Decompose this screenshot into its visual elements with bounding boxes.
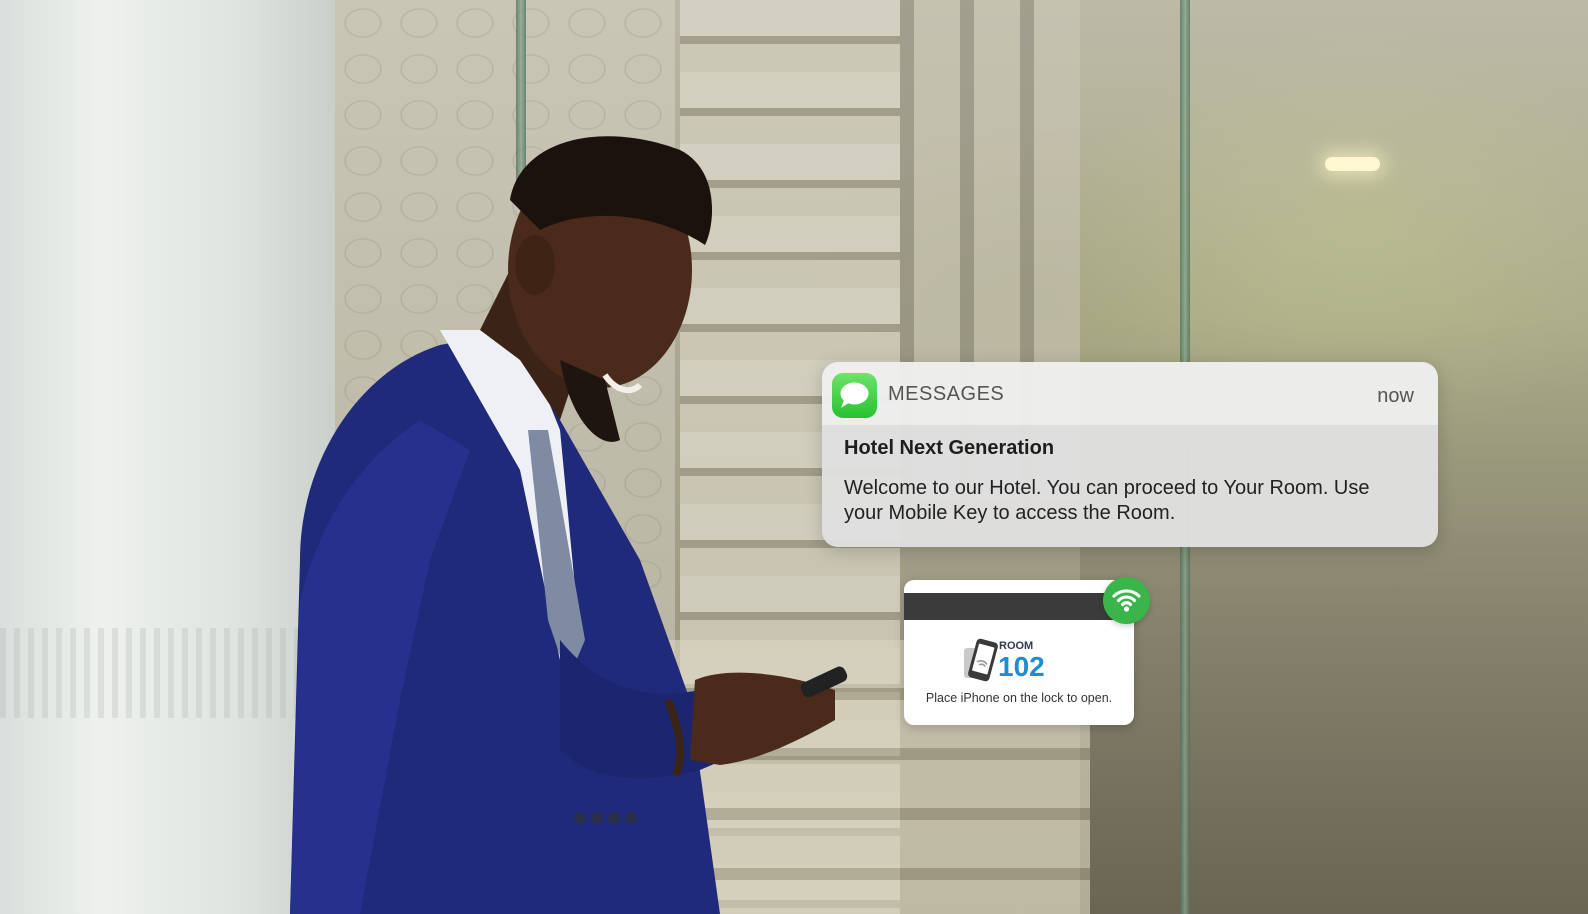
key-instructions: Place iPhone on the lock to open. — [925, 691, 1113, 705]
messages-icon — [832, 373, 877, 418]
room-number: 102 — [998, 651, 1045, 682]
app-name: MESSAGES — [888, 383, 1005, 405]
notification-time: now — [1377, 385, 1414, 407]
notification-title: Hotel Next Generation — [844, 437, 1055, 459]
iphone-icon — [964, 638, 998, 682]
notification-message: Welcome to our Hotel. You can proceed to… — [844, 477, 1370, 524]
notification-body: Hotel Next Generation Welcome to our Hot… — [822, 425, 1438, 547]
mobile-key-card[interactable]: ROOM 102 Place iPhone on the lock to ope… — [904, 580, 1134, 725]
messages-notification[interactable]: MESSAGES now Hotel Next Generation Welco… — [822, 362, 1438, 547]
wifi-icon — [1103, 577, 1150, 624]
notification-header: MESSAGES now — [822, 362, 1438, 425]
magnetic-strip — [904, 593, 1134, 620]
